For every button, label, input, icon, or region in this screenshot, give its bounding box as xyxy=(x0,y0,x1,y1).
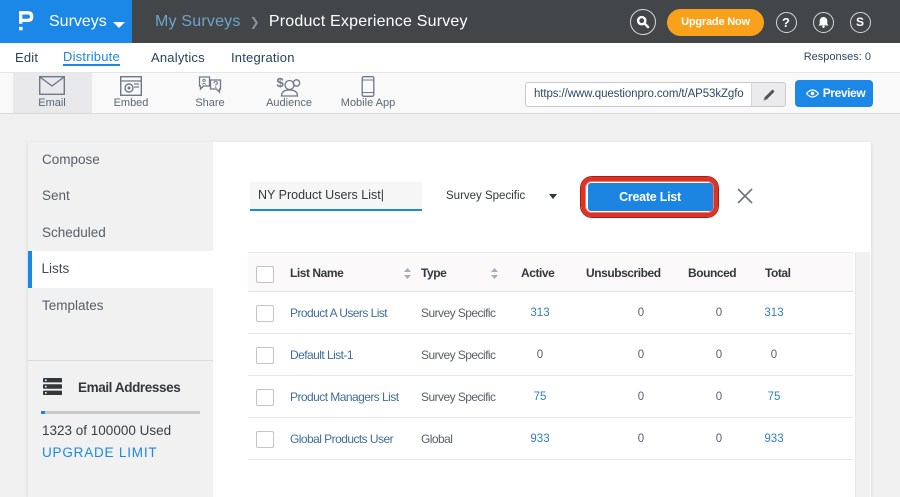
svg-text:$: $ xyxy=(277,76,285,90)
